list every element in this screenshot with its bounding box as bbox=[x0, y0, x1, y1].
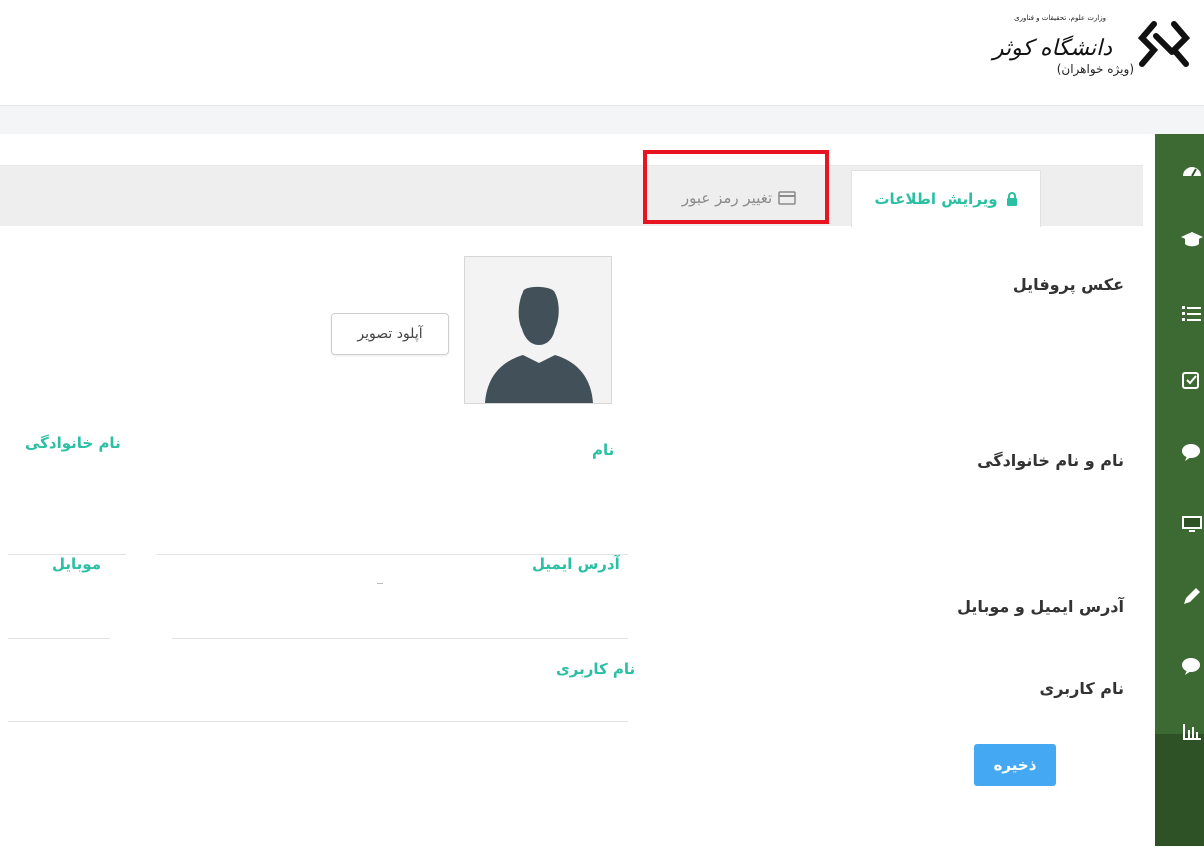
username-input[interactable] bbox=[8, 721, 628, 722]
top-band bbox=[0, 106, 1204, 134]
university-logo[interactable]: وزارت علوم، تحقیقات و فناوری دانشگاه کوث… bbox=[924, 12, 1194, 92]
pencil-icon[interactable] bbox=[1180, 584, 1204, 608]
highlight-frame bbox=[643, 150, 829, 224]
mobile-input[interactable] bbox=[8, 638, 110, 639]
email-label: آدرس ایمیل bbox=[532, 555, 620, 573]
email-input[interactable] bbox=[172, 638, 628, 639]
graduation-cap-icon[interactable] bbox=[1180, 228, 1204, 252]
university-emblem-icon bbox=[1137, 21, 1191, 67]
lock-icon bbox=[1006, 192, 1017, 206]
save-button[interactable]: ذخیره bbox=[974, 744, 1056, 786]
page-header: وزارت علوم، تحقیقات و فناوری دانشگاه کوث… bbox=[0, 0, 1204, 106]
first-name-label: نام bbox=[592, 441, 615, 459]
tab-edit-info[interactable]: ویرایش اطلاعات bbox=[851, 170, 1041, 227]
avatar[interactable] bbox=[464, 256, 612, 404]
logo-university-name: دانشگاه کوثر bbox=[992, 36, 1112, 61]
bar-chart-icon[interactable] bbox=[1180, 720, 1204, 744]
last-name-label: نام خانوادگی bbox=[25, 434, 121, 452]
email-input-marker bbox=[377, 583, 383, 584]
mobile-label: موبایل bbox=[52, 555, 101, 573]
comments-icon[interactable] bbox=[1180, 654, 1204, 678]
upload-image-button[interactable]: آپلود تصویر bbox=[331, 313, 449, 355]
checkbox-icon[interactable] bbox=[1180, 368, 1204, 392]
sidebar-menu bbox=[1155, 134, 1204, 734]
comments-icon[interactable] bbox=[1180, 440, 1204, 464]
logo-ministry-text: وزارت علوم، تحقیقات و فناوری bbox=[1014, 14, 1106, 22]
name-section-label: نام و نام خانوادگی bbox=[977, 451, 1124, 470]
user-silhouette-icon bbox=[485, 286, 593, 403]
username-label: نام کاربری bbox=[556, 660, 636, 678]
profile-photo-label: عکس پروفایل bbox=[1012, 275, 1124, 294]
tab-edit-info-label: ویرایش اطلاعات bbox=[874, 190, 998, 208]
list-icon[interactable] bbox=[1180, 302, 1204, 326]
dashboard-icon[interactable] bbox=[1180, 160, 1204, 184]
logo-subtitle: (ویژه خواهران) bbox=[1056, 62, 1134, 76]
username-section-label: نام کاربری bbox=[1039, 679, 1124, 698]
contact-section-label: آدرس ایمیل و موبایل bbox=[957, 597, 1124, 616]
monitor-icon[interactable] bbox=[1180, 512, 1204, 536]
